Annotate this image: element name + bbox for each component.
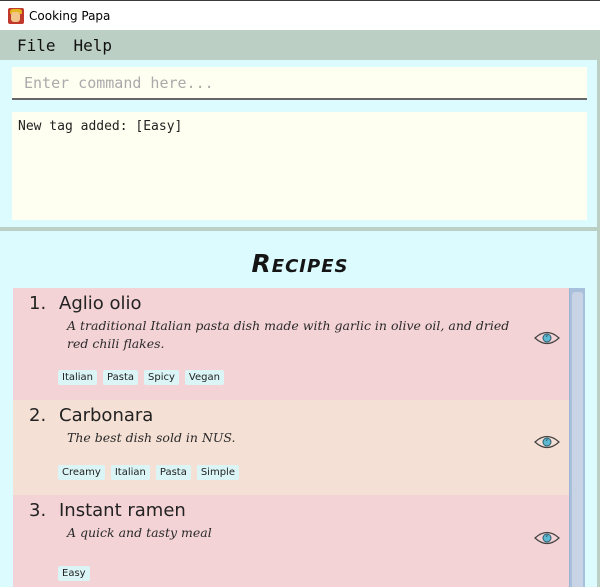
main-area: New tag added: [Easy] Recipes 1. Aglio o… [0,60,600,587]
window-title: Cooking Papa [29,8,111,23]
tag-list: Creamy Italian Pasta Simple [58,465,239,480]
recipe-card[interactable]: 3. Instant ramen A quick and tasty meal … [13,495,569,587]
tag: Easy [58,566,90,581]
command-box[interactable] [12,67,587,100]
command-input[interactable] [24,73,587,92]
recipe-description: A traditional Italian pasta dish made wi… [67,318,510,351]
tag: Italian [110,465,150,480]
result-display: New tag added: [Easy] [12,112,587,220]
tag: Spicy [144,370,179,385]
recipe-index: 3. [29,500,47,521]
recipe-description: The best dish sold in NUS. [67,430,236,445]
recipe-card[interactable]: 1. Aglio olio A traditional Italian past… [13,288,569,400]
eye-icon[interactable] [534,530,560,546]
title-bar: Cooking Papa [0,0,600,30]
recipe-index: 1. [29,293,47,314]
recipe-card[interactable]: 2. Carbonara The best dish sold in NUS. … [13,400,569,495]
recipe-name: Aglio olio [59,293,142,314]
menu-file[interactable]: File [17,36,56,55]
tag: Creamy [58,465,105,480]
tag-list: Italian Pasta Spicy Vegan [58,370,224,385]
tag: Italian [58,370,98,385]
tag: Pasta [155,465,191,480]
command-pane: New tag added: [Easy] [0,60,597,227]
recipe-pane: Recipes 1. Aglio olio A traditional Ital… [0,231,597,587]
eye-icon[interactable] [534,330,560,346]
scrollbar[interactable] [569,288,585,587]
tag: Pasta [103,370,138,385]
menu-bar: File Help [0,30,600,60]
tag: Simple [196,465,239,480]
chef-avatar-icon [8,7,24,24]
recipes-heading: Recipes [251,249,349,278]
recipe-name: Carbonara [59,405,154,426]
recipe-name: Instant ramen [59,500,186,521]
tag-list: Easy [58,566,90,581]
recipe-list: 1. Aglio olio A traditional Italian past… [13,288,585,587]
recipe-index: 2. [29,405,47,426]
scrollbar-thumb[interactable] [572,292,583,587]
menu-help[interactable]: Help [74,36,113,55]
tag: Vegan [184,370,224,385]
recipe-description: A quick and tasty meal [67,525,212,540]
eye-icon[interactable] [534,434,560,450]
